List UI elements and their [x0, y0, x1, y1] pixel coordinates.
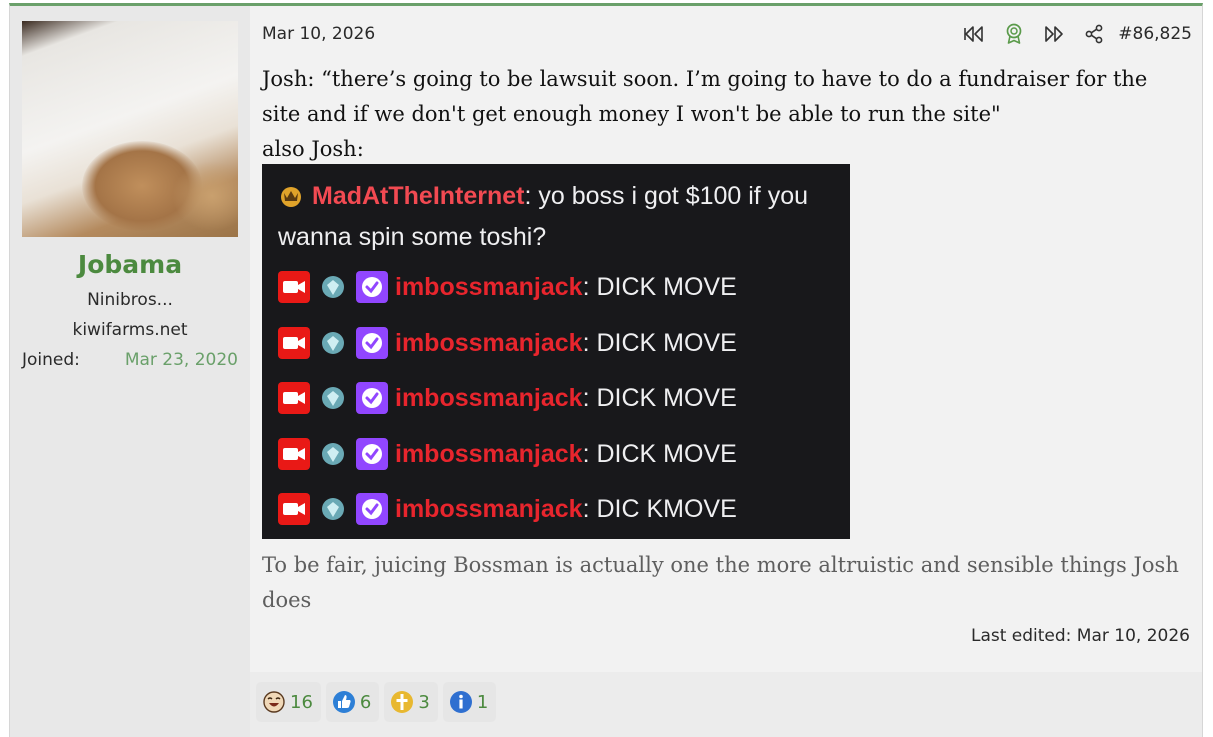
user-title: Ninibros... [87, 290, 173, 310]
chat-line: imbossmanjack: DICK MOVE [278, 327, 737, 359]
post-text: also Josh: [262, 137, 364, 161]
username[interactable]: Jobama [10, 250, 250, 279]
chat-line: imbossmanjack: DIC KMOVE [278, 493, 737, 525]
info-icon [449, 690, 473, 714]
chat-screenshot-image[interactable]: MadAtTheInternet: yo boss i got $100 if … [262, 164, 850, 539]
award-icon[interactable] [994, 21, 1034, 47]
gem-badge-icon [317, 327, 349, 359]
chat-message-text: : DICK MOVE [582, 272, 737, 301]
post-date[interactable]: Mar 10, 2026 [262, 24, 375, 44]
chat-username: imbossmanjack [395, 328, 583, 357]
verified-badge-icon [356, 493, 388, 525]
reaction-count: 16 [290, 691, 313, 713]
reaction-cross[interactable]: 3 [384, 682, 438, 722]
chat-username: imbossmanjack [395, 494, 583, 523]
fast-forward-icon[interactable] [1034, 21, 1074, 47]
verified-badge-icon [356, 271, 388, 303]
rewind-icon[interactable] [954, 21, 994, 47]
camera-badge-icon [278, 493, 310, 525]
joined-label: Joined: [22, 350, 80, 370]
reaction-laughing[interactable]: 16 [256, 682, 321, 722]
camera-badge-icon [278, 438, 310, 470]
verified-badge-icon [356, 438, 388, 470]
laughing-face-icon [262, 690, 286, 714]
chat-username: imbossmanjack [395, 439, 583, 468]
reaction-count: 1 [476, 691, 489, 713]
camera-badge-icon [278, 382, 310, 414]
user-banner: kiwifarms.net [72, 320, 188, 340]
reactions-bar: 16 6 3 1 [256, 682, 501, 722]
reaction-count: 6 [359, 691, 372, 713]
post-main: Mar 10, 2026 #86,825 Josh: “there’s goin… [250, 6, 1202, 672]
user-sidebar: Jobama Ninibros... kiwifarms.net Joined:… [10, 6, 250, 737]
chat-message-text: : DICK MOVE [582, 328, 737, 357]
cross-icon [390, 690, 414, 714]
camera-badge-icon [278, 271, 310, 303]
avatar-shape [172, 161, 238, 231]
share-icon[interactable] [1074, 21, 1114, 47]
camera-badge-icon [278, 327, 310, 359]
chat-message-text: : DICK MOVE [582, 383, 737, 412]
post-text: Josh: “there’s going to be lawsuit soon.… [262, 67, 1148, 126]
reaction-info[interactable]: 1 [442, 682, 497, 722]
avatar[interactable] [22, 21, 238, 237]
post-actions: #86,825 [954, 21, 1192, 47]
crown-badge-icon [281, 187, 301, 207]
last-edited[interactable]: Last edited: Mar 10, 2026 [971, 626, 1190, 646]
verified-badge-icon [356, 327, 388, 359]
reaction-like[interactable]: 6 [325, 682, 380, 722]
chat-line: imbossmanjack: DICK MOVE [278, 438, 737, 470]
chat-line: imbossmanjack: DICK MOVE [278, 382, 737, 414]
post-comment: To be fair, juicing Bossman is actually … [262, 553, 1179, 612]
verified-badge-icon [356, 382, 388, 414]
gem-badge-icon [317, 271, 349, 303]
post-body: Josh: “there’s going to be lawsuit soon.… [262, 62, 1182, 167]
gem-badge-icon [317, 382, 349, 414]
chat-message-text: : DICK MOVE [582, 439, 737, 468]
chat-message-text: : DIC KMOVE [582, 494, 737, 523]
chat-username: MadAtTheInternet [312, 182, 525, 210]
chat-username: imbossmanjack [395, 272, 583, 301]
gem-badge-icon [317, 493, 349, 525]
reaction-count: 3 [418, 691, 430, 713]
post-container: Jobama Ninibros... kiwifarms.net Joined:… [9, 3, 1203, 737]
chat-line: imbossmanjack: DICK MOVE [278, 271, 737, 303]
gem-badge-icon [317, 438, 349, 470]
chat-username: imbossmanjack [395, 383, 583, 412]
thumbs-up-icon [332, 690, 356, 714]
joined-date: Mar 23, 2020 [124, 350, 238, 370]
chat-message: MadAtTheInternet: yo boss i got $100 if … [278, 176, 838, 258]
post-number[interactable]: #86,825 [1118, 24, 1192, 44]
